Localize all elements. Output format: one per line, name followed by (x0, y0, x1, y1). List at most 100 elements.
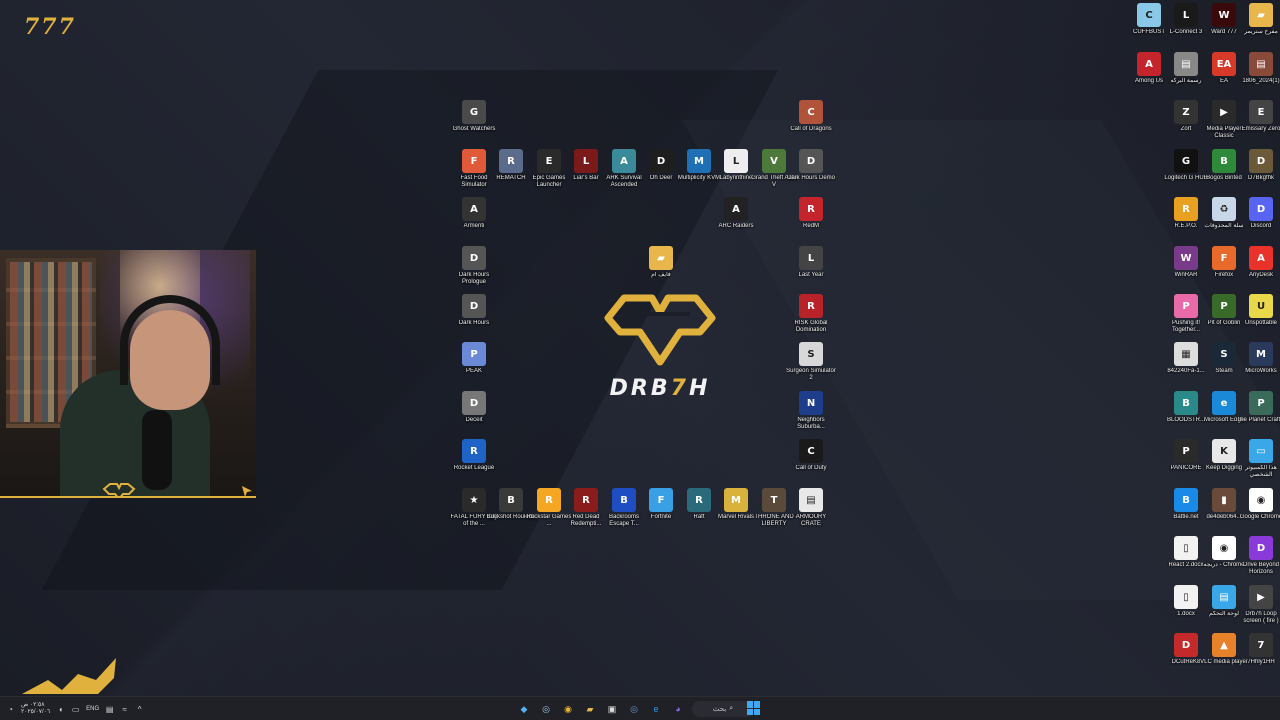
desktop-icon-surgeon-simulator-2[interactable]: S Surgeon Simulator 2 (786, 342, 836, 388)
panicore-icon: P (1174, 439, 1198, 463)
desktop-icon-label: D7Bkgfhk (1247, 175, 1274, 181)
desktop-icon-google-chrome[interactable]: ◉ Google Chrome (1236, 488, 1280, 534)
desktop-icon-unspottable[interactable]: U Unspottable (1236, 294, 1280, 340)
desktop-icon-dark-hours-prologue[interactable]: D Dark Hours Prologue (449, 246, 499, 292)
desktop-icon-label: Call of Dragons (790, 126, 832, 132)
language-indicator[interactable]: ENG (86, 706, 99, 712)
desktop-icon-dark-hours-demo[interactable]: D Dark Hours Demo (786, 149, 836, 195)
buckshot-roulette-icon: B (499, 488, 523, 512)
file-2024-icon: ▤ (1249, 52, 1273, 76)
keyboard-icon[interactable]: ▤ (105, 705, 114, 714)
armoury-crate-icon: ▤ (799, 488, 823, 512)
desktop-icon-d7bkgfhk[interactable]: D D7Bkgfhk (1236, 149, 1280, 195)
taskbar-app-file-explorer[interactable]: ▰ (582, 701, 598, 717)
desktop-icon-redm[interactable]: R RedM (786, 197, 836, 243)
desktop-icon-label: Ghost Watchers (452, 126, 496, 132)
epic-games-launcher-icon: E (537, 149, 561, 173)
desktop-icon-dark-hours[interactable]: D Dark Hours (449, 294, 499, 340)
one-docx-icon: ▯ (1174, 585, 1198, 609)
desktop-icon-armoury-crate[interactable]: ▤ ARMOURY CRATE (786, 488, 836, 534)
network-icon[interactable]: ≈ (120, 705, 129, 714)
desktop-icon-folder-arabic[interactable]: ▰ فايف ام (636, 246, 686, 292)
unspottable-icon: U (1249, 294, 1273, 318)
desktop-icon-drb7h-loop-screen[interactable]: ▶ Drb7h Loop screen ( fire ) (1236, 585, 1280, 631)
this-pc-icon: ▭ (1249, 439, 1273, 463)
desktop-icon-anydesk[interactable]: A AnyDesk (1236, 246, 1280, 292)
the-planet-crafter-icon: P (1249, 391, 1273, 415)
desktop-icon-label: Last Year (798, 272, 824, 278)
peak-icon: P (462, 342, 486, 366)
d7bkgfhk-icon: D (1249, 149, 1273, 173)
grand-theft-auto-v-icon: V (762, 149, 786, 173)
de4deb-icon: ▮ (1212, 488, 1236, 512)
desktop-icon-neighbors-suburban[interactable]: N Neighbors Suburba... (786, 391, 836, 437)
desktop-icon-drive-beyond-horizons[interactable]: D Drive Beyond Horizons (1236, 536, 1280, 582)
taskbar-app-steam-client[interactable]: ◎ (626, 701, 642, 717)
desktop-icon-last-year[interactable]: L Last Year (786, 246, 836, 292)
desktop-icon-label: Call of Duty (795, 465, 827, 471)
neighbors-suburban-icon: N (799, 391, 823, 415)
raft-icon: R (687, 488, 711, 512)
webcam-overlay (0, 250, 256, 498)
desktop-icon-label: Emissary Zero (1241, 126, 1280, 132)
desktop-icon-ghost-watchers[interactable]: G Ghost Watchers (449, 100, 499, 146)
marvel-rivals-icon: M (724, 488, 748, 512)
drb7h-loop-screen-icon: ▶ (1249, 585, 1273, 609)
winrar-icon: W (1174, 246, 1198, 270)
desktop-icon-this-pc[interactable]: ▭ هذا الكمبيوتر الشخصي (1236, 439, 1280, 485)
dark-hours-demo-icon: D (799, 149, 823, 173)
taskbar-app-store[interactable]: ▣ (604, 701, 620, 717)
desktop-icon-7hhly1hh[interactable]: 7 7Hhly1HH (1236, 633, 1280, 679)
taskbar-app-steam[interactable]: ◎ (538, 701, 554, 717)
armenti-icon: A (462, 197, 486, 221)
desktop-icon-label: Dark Hours Demo (786, 175, 835, 181)
desktop-icon-deceit[interactable]: D Deceit (449, 391, 499, 437)
notification-icon[interactable]: ◔ (6, 705, 15, 714)
clock-time: ٠٢:٥٨ ص (21, 702, 45, 708)
oh-deer-icon: D (649, 149, 673, 173)
arabic-drawing-icon: ▤ (1174, 52, 1198, 76)
center-logo: DRB7H (584, 292, 736, 416)
desktop-icon-discord[interactable]: D Discord (1236, 197, 1280, 243)
backrooms-escape-icon: B (612, 488, 636, 512)
multiplicity-kvm-icon: M (687, 149, 711, 173)
desktop-icon-label: ARC Raiders (718, 223, 754, 229)
clock[interactable]: ٠٢:٥٨ ص ٢٠٢٥/٠٧/٠٦ (21, 702, 50, 716)
desktop-icon-peak[interactable]: P PEAK (449, 342, 499, 388)
rockstar-games-icon: R (537, 488, 561, 512)
microphone-icon (142, 410, 172, 490)
desktop-icon-folder-streamer[interactable]: ▰ مفرخ ستريمر (1236, 3, 1280, 49)
taskbar-search[interactable]: بحث ⌕ (692, 701, 754, 717)
desktop-icon-call-of-duty[interactable]: C Call of Duty (786, 439, 836, 485)
bloodstrike-icon: B (1174, 391, 1198, 415)
qr-image-icon: ▦ (1174, 342, 1198, 366)
taskbar-app-chrome[interactable]: ◉ (560, 701, 576, 717)
desktop-icon-file-2024[interactable]: ▤ 1806_2024(1) (1236, 52, 1280, 98)
react-2-docx-icon: ▯ (1174, 536, 1198, 560)
chevron-up-icon[interactable]: ^ (135, 705, 144, 714)
desktop-icon-rocket-league[interactable]: R Rocket League (449, 439, 499, 485)
zort-icon: Z (1174, 100, 1198, 124)
desktop-icon-arc-raiders[interactable]: A ARC Raiders (711, 197, 761, 243)
taskbar-app-discord[interactable]: ◕ (670, 701, 686, 717)
arc-raiders-icon: A (724, 197, 748, 221)
taskbar-app-obs[interactable]: ◆ (516, 701, 532, 717)
desktop-icon-call-of-dragons[interactable]: C Call of Dragons (786, 100, 836, 146)
desktop-icon-label: Neighbors Suburba... (797, 417, 825, 430)
volume-icon[interactable]: ◖ (56, 705, 65, 714)
last-year-icon: L (799, 246, 823, 270)
desktop-icon-the-planet-crafter[interactable]: P The Planet Crafter (1236, 391, 1280, 437)
desktop-icon-armenti[interactable]: A Armenti (449, 197, 499, 243)
start-button[interactable] (747, 701, 761, 715)
display-icon[interactable]: ▭ (71, 705, 80, 714)
microworks-icon: M (1249, 342, 1273, 366)
taskbar: ◔ ٠٢:٥٨ ص ٢٠٢٥/٠٧/٠٦ ◖ ▭ ENG ▤ ≈ ^ ◆ ◎ ◉… (0, 696, 1280, 720)
folder-arabic-icon: ▰ (649, 246, 673, 270)
desktop-icon-microworks[interactable]: M MicroWorks (1236, 342, 1280, 388)
desktop: 777 DRB7H G Ghost Watchers C Call of Dragon… (0, 0, 1280, 696)
google-chrome-icon: ◉ (1249, 488, 1273, 512)
taskbar-app-edge[interactable]: e (648, 701, 664, 717)
desktop-icon-risk-global-domination[interactable]: R RISK Global Domination (786, 294, 836, 340)
desktop-icon-emissary-zero[interactable]: E Emissary Zero (1236, 100, 1280, 146)
desktop-icon-label: AnyDesk (1248, 272, 1273, 278)
